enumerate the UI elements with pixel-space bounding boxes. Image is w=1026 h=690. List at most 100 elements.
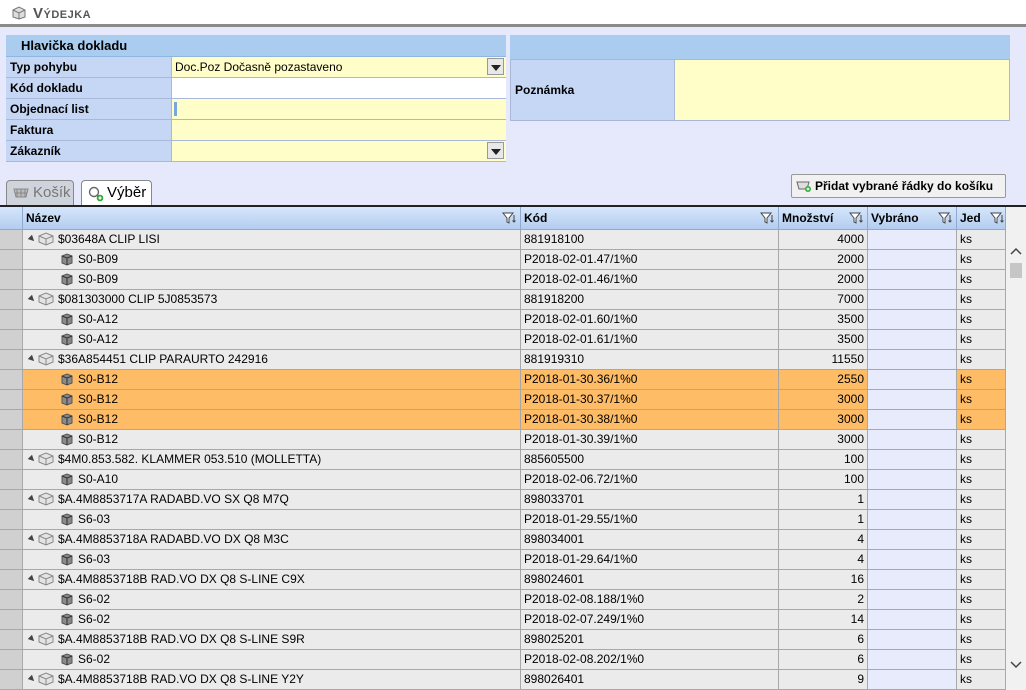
column-header-nazev[interactable]: Název <box>23 207 521 229</box>
batch-row[interactable]: S6-02 P2018-02-08.202/1%0 6 ks <box>0 650 1006 670</box>
add-selected-to-basket-button[interactable]: Přidat vybrané řádky do košíku <box>791 174 1006 198</box>
chevron-down-icon[interactable] <box>487 142 504 159</box>
batch-row[interactable]: S6-03 P2018-01-29.64/1%0 4 ks <box>0 550 1006 570</box>
vybrano-input[interactable] <box>868 650 957 669</box>
column-header-vybrano[interactable]: Vybráno <box>868 207 957 229</box>
row-selector[interactable] <box>0 370 23 389</box>
collapse-arrow-icon[interactable] <box>27 674 37 684</box>
vertical-scrollbar[interactable] <box>1006 207 1026 690</box>
row-selector[interactable] <box>0 610 23 629</box>
collapse-arrow-icon[interactable] <box>27 634 37 644</box>
row-selector[interactable] <box>0 330 23 349</box>
column-header-kod[interactable]: Kód <box>521 207 779 229</box>
row-selector[interactable] <box>0 630 23 649</box>
vybrano-input[interactable] <box>868 450 957 469</box>
vybrano-input[interactable] <box>868 610 957 629</box>
batch-row[interactable]: S6-02 P2018-02-07.249/1%0 14 ks <box>0 610 1006 630</box>
batch-row[interactable]: S0-A12 P2018-02-01.60/1%0 3500 ks <box>0 310 1006 330</box>
group-row[interactable]: $A.4M8853718A RADABD.VO DX Q8 M3C 8980340… <box>0 530 1006 550</box>
vybrano-input[interactable] <box>868 470 957 489</box>
batch-row[interactable]: S0-B12 P2018-01-30.37/1%0 3000 ks <box>0 390 1006 410</box>
batch-row[interactable]: S0-A12 P2018-02-01.61/1%0 3500 ks <box>0 330 1006 350</box>
row-selector[interactable] <box>0 570 23 589</box>
objednaci-list-input[interactable] <box>172 99 506 119</box>
group-row[interactable]: $36A854451 CLIP PARAURTO 242916 881919310… <box>0 350 1006 370</box>
scrollbar-thumb[interactable] <box>1010 263 1022 278</box>
vybrano-input[interactable] <box>868 310 957 329</box>
row-selector[interactable] <box>0 490 23 509</box>
zakaznik-select[interactable] <box>172 141 506 161</box>
row-selector[interactable] <box>0 310 23 329</box>
vybrano-input[interactable] <box>868 590 957 609</box>
row-selector[interactable] <box>0 650 23 669</box>
batch-row[interactable]: S0-B09 P2018-02-01.47/1%0 2000 ks <box>0 250 1006 270</box>
vybrano-input[interactable] <box>868 350 957 369</box>
row-selector[interactable] <box>0 470 23 489</box>
group-row[interactable]: $A.4M8853718B RAD.VO DX Q8 S-LINE S9R 898… <box>0 630 1006 650</box>
kod-dokladu-input[interactable] <box>172 78 506 98</box>
typ-pohybu-select[interactable]: Doc.Poz Dočasně pozastaveno <box>172 57 506 77</box>
row-selector[interactable] <box>0 410 23 429</box>
vybrano-input[interactable] <box>868 630 957 649</box>
vybrano-input[interactable] <box>868 550 957 569</box>
row-selector[interactable] <box>0 250 23 269</box>
vybrano-input[interactable] <box>868 670 957 689</box>
vybrano-input[interactable] <box>868 370 957 389</box>
batch-row[interactable]: S0-B12 P2018-01-30.39/1%0 3000 ks <box>0 430 1006 450</box>
batch-row[interactable]: S0-B12 P2018-01-30.38/1%0 3000 ks <box>0 410 1006 430</box>
filter-icon[interactable] <box>502 212 516 224</box>
group-row[interactable]: $081303000 CLIP 5J0853573 881918200 7000 ks <box>0 290 1006 310</box>
vybrano-input[interactable] <box>868 530 957 549</box>
row-selector[interactable] <box>0 350 23 369</box>
batch-row[interactable]: S0-B12 P2018-01-30.36/1%0 2550 ks <box>0 370 1006 390</box>
group-row[interactable]: $03648A CLIP LISI 881918100 4000 ks <box>0 230 1006 250</box>
faktura-input[interactable] <box>172 120 506 140</box>
group-row[interactable]: $A.4M8853718B RAD.VO DX Q8 S-LINE C9X 898… <box>0 570 1006 590</box>
batch-row[interactable]: S0-B09 P2018-02-01.46/1%0 2000 ks <box>0 270 1006 290</box>
scroll-down-icon[interactable] <box>1009 659 1023 671</box>
batch-row[interactable]: S6-03 P2018-01-29.55/1%0 1 ks <box>0 510 1006 530</box>
row-selector[interactable] <box>0 230 23 249</box>
row-selector[interactable] <box>0 270 23 289</box>
scroll-up-icon[interactable] <box>1009 245 1023 257</box>
filter-icon[interactable] <box>938 212 952 224</box>
vybrano-input[interactable] <box>868 490 957 509</box>
vybrano-input[interactable] <box>868 270 957 289</box>
collapse-arrow-icon[interactable] <box>27 354 37 364</box>
collapse-arrow-icon[interactable] <box>27 574 37 584</box>
group-row[interactable]: $A.4M8853717A RADABD.VO SX Q8 M7Q 8980337… <box>0 490 1006 510</box>
collapse-arrow-icon[interactable] <box>27 494 37 504</box>
row-selector[interactable] <box>0 450 23 469</box>
vybrano-input[interactable] <box>868 390 957 409</box>
filter-icon[interactable] <box>990 212 1004 224</box>
row-selector[interactable] <box>0 550 23 569</box>
group-row[interactable]: $4M0.853.582. KLAMMER 053.510 (MOLLETTA)… <box>0 450 1006 470</box>
vybrano-input[interactable] <box>868 330 957 349</box>
row-selector[interactable] <box>0 530 23 549</box>
row-selector[interactable] <box>0 670 23 689</box>
vybrano-input[interactable] <box>868 570 957 589</box>
row-selector[interactable] <box>0 390 23 409</box>
row-selector[interactable] <box>0 510 23 529</box>
vybrano-input[interactable] <box>868 430 957 449</box>
vybrano-input[interactable] <box>868 250 957 269</box>
chevron-down-icon[interactable] <box>487 58 504 75</box>
vybrano-input[interactable] <box>868 510 957 529</box>
collapse-arrow-icon[interactable] <box>27 234 37 244</box>
vybrano-input[interactable] <box>868 230 957 249</box>
row-selector[interactable] <box>0 430 23 449</box>
tab-kosik[interactable]: Košík <box>6 180 74 206</box>
collapse-arrow-icon[interactable] <box>27 454 37 464</box>
row-selector[interactable] <box>0 590 23 609</box>
batch-row[interactable]: S0-A10 P2018-02-06.72/1%0 100 ks <box>0 470 1006 490</box>
row-selector[interactable] <box>0 290 23 309</box>
vybrano-input[interactable] <box>868 290 957 309</box>
filter-icon[interactable] <box>849 212 863 224</box>
column-header-jed[interactable]: Jed <box>957 207 1006 229</box>
group-row[interactable]: $A.4M8853718B RAD.VO DX Q8 S-LINE Y2Y 898… <box>0 670 1006 690</box>
filter-icon[interactable] <box>760 212 774 224</box>
column-header-mnozstvi[interactable]: Množství <box>779 207 868 229</box>
batch-row[interactable]: S6-02 P2018-02-08.188/1%0 2 ks <box>0 590 1006 610</box>
collapse-arrow-icon[interactable] <box>27 294 37 304</box>
tab-vyber[interactable]: Výběr <box>81 180 152 207</box>
